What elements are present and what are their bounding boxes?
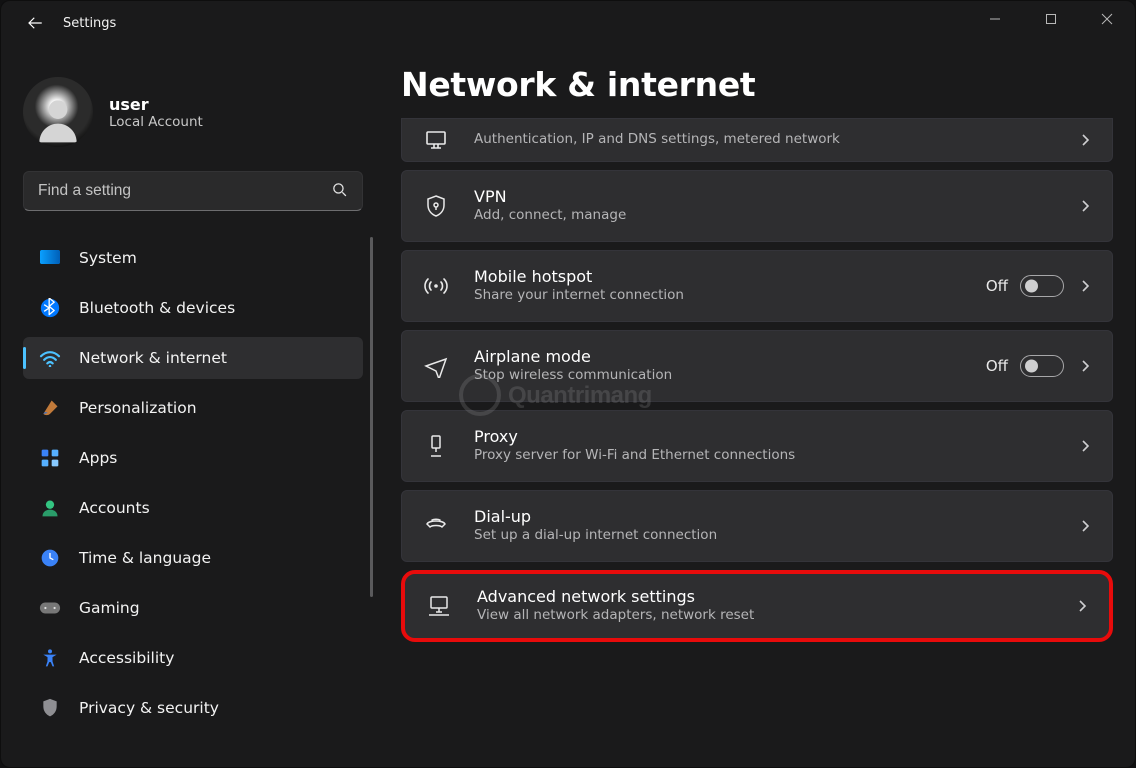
back-button[interactable] xyxy=(21,9,49,37)
setting-row-airplane-mode[interactable]: Airplane mode Stop wireless communicatio… xyxy=(401,330,1113,402)
sidebar-item-label: Personalization xyxy=(79,399,197,417)
toggle-state-label: Off xyxy=(986,277,1008,295)
nav: System Bluetooth & devices Network & int… xyxy=(23,237,377,717)
chevron-right-icon xyxy=(1075,599,1089,613)
setting-rows: Authentication, IP and DNS settings, met… xyxy=(401,118,1113,642)
sidebar-item-label: Accounts xyxy=(79,499,150,517)
profile-name: user xyxy=(109,95,203,114)
chevron-right-icon xyxy=(1078,519,1092,533)
setting-row-advanced-network[interactable]: Advanced network settings View all netwo… xyxy=(401,570,1113,642)
setting-row-ethernet[interactable]: Authentication, IP and DNS settings, met… xyxy=(401,118,1113,162)
chevron-right-icon xyxy=(1078,359,1092,373)
setting-row-title: Proxy xyxy=(474,427,1078,447)
setting-row-title: Dial-up xyxy=(474,507,1078,527)
clock-globe-icon xyxy=(39,547,61,569)
toggle-state-label: Off xyxy=(986,357,1008,375)
minimize-icon xyxy=(989,13,1001,25)
sidebar-item-label: Time & language xyxy=(79,549,211,567)
setting-row-proxy[interactable]: Proxy Proxy server for Wi-Fi and Etherne… xyxy=(401,410,1113,482)
chevron-right-icon xyxy=(1078,279,1092,293)
sidebar-item-label: Network & internet xyxy=(79,349,227,367)
chevron-right-icon xyxy=(1078,199,1092,213)
monitor-icon xyxy=(39,247,61,269)
setting-row-mobile-hotspot[interactable]: Mobile hotspot Share your internet conne… xyxy=(401,250,1113,322)
setting-row-subtitle: Set up a dial-up internet connection xyxy=(474,527,1078,545)
profile-subtitle: Local Account xyxy=(109,114,203,130)
setting-row-subtitle: Share your internet connection xyxy=(474,287,986,305)
minimize-button[interactable] xyxy=(967,1,1023,37)
sidebar-item-label: Apps xyxy=(79,449,117,467)
apps-icon xyxy=(39,447,61,469)
sidebar-item-apps[interactable]: Apps xyxy=(23,437,363,479)
dialup-phone-icon xyxy=(422,512,450,540)
hotspot-icon xyxy=(422,272,450,300)
setting-row-subtitle: Authentication, IP and DNS settings, met… xyxy=(474,131,1078,149)
settings-window: Settings user Local Account xyxy=(0,0,1136,768)
setting-row-subtitle: View all network adapters, network reset xyxy=(477,607,1075,625)
setting-row-title: Advanced network settings xyxy=(477,587,1075,607)
ethernet-icon xyxy=(422,126,450,154)
setting-row-vpn[interactable]: VPN Add, connect, manage xyxy=(401,170,1113,242)
sidebar-item-label: Bluetooth & devices xyxy=(79,299,235,317)
gamepad-icon xyxy=(39,597,61,619)
maximize-button[interactable] xyxy=(1023,1,1079,37)
chevron-right-icon xyxy=(1078,439,1092,453)
sidebar-item-label: Privacy & security xyxy=(79,699,219,717)
sidebar-item-time-language[interactable]: Time & language xyxy=(23,537,363,579)
sidebar-item-label: Gaming xyxy=(79,599,140,617)
sidebar-item-gaming[interactable]: Gaming xyxy=(23,587,363,629)
sidebar-item-accessibility[interactable]: Accessibility xyxy=(23,637,363,679)
sidebar-item-label: System xyxy=(79,249,137,267)
sidebar-scrollbar[interactable] xyxy=(370,237,373,597)
app-title: Settings xyxy=(63,16,116,31)
paintbrush-icon xyxy=(39,397,61,419)
airplane-mode-toggle[interactable] xyxy=(1020,355,1064,377)
page-title: Network & internet xyxy=(401,65,1113,104)
search-icon xyxy=(331,181,348,202)
avatar xyxy=(23,77,93,147)
mobile-hotspot-toggle[interactable] xyxy=(1020,275,1064,297)
bluetooth-icon xyxy=(39,297,61,319)
setting-row-title: VPN xyxy=(474,187,1078,207)
profile-block[interactable]: user Local Account xyxy=(23,77,371,147)
sidebar-item-system[interactable]: System xyxy=(23,237,363,279)
shield-icon xyxy=(39,697,61,717)
airplane-icon xyxy=(422,352,450,380)
sidebar-item-network[interactable]: Network & internet xyxy=(23,337,363,379)
close-icon xyxy=(1101,13,1113,25)
sidebar-item-label: Accessibility xyxy=(79,649,174,667)
titlebar: Settings xyxy=(1,1,1135,45)
sidebar-item-bluetooth[interactable]: Bluetooth & devices xyxy=(23,287,363,329)
arrow-left-icon xyxy=(26,14,44,32)
main-panel: Network & internet Authentication, IP an… xyxy=(401,65,1113,767)
maximize-icon xyxy=(1045,13,1057,25)
setting-row-title: Mobile hotspot xyxy=(474,267,986,287)
sidebar-item-accounts[interactable]: Accounts xyxy=(23,487,363,529)
proxy-icon xyxy=(422,432,450,460)
setting-row-subtitle: Proxy server for Wi-Fi and Ethernet conn… xyxy=(474,447,1078,465)
vpn-shield-icon xyxy=(422,192,450,220)
accessibility-icon xyxy=(39,647,61,669)
advanced-network-icon xyxy=(425,592,453,620)
wifi-icon xyxy=(39,347,61,369)
setting-row-subtitle: Stop wireless communication xyxy=(474,367,986,385)
sidebar: user Local Account System xyxy=(1,59,379,767)
close-button[interactable] xyxy=(1079,1,1135,37)
search-box[interactable] xyxy=(23,171,363,211)
person-icon xyxy=(39,497,61,519)
sidebar-item-privacy[interactable]: Privacy & security xyxy=(23,687,363,717)
chevron-right-icon xyxy=(1078,133,1092,147)
setting-row-title: Airplane mode xyxy=(474,347,986,367)
setting-row-dialup[interactable]: Dial-up Set up a dial-up internet connec… xyxy=(401,490,1113,562)
sidebar-item-personalization[interactable]: Personalization xyxy=(23,387,363,429)
setting-row-subtitle: Add, connect, manage xyxy=(474,207,1078,225)
window-controls xyxy=(967,1,1135,37)
search-input[interactable] xyxy=(38,182,331,200)
